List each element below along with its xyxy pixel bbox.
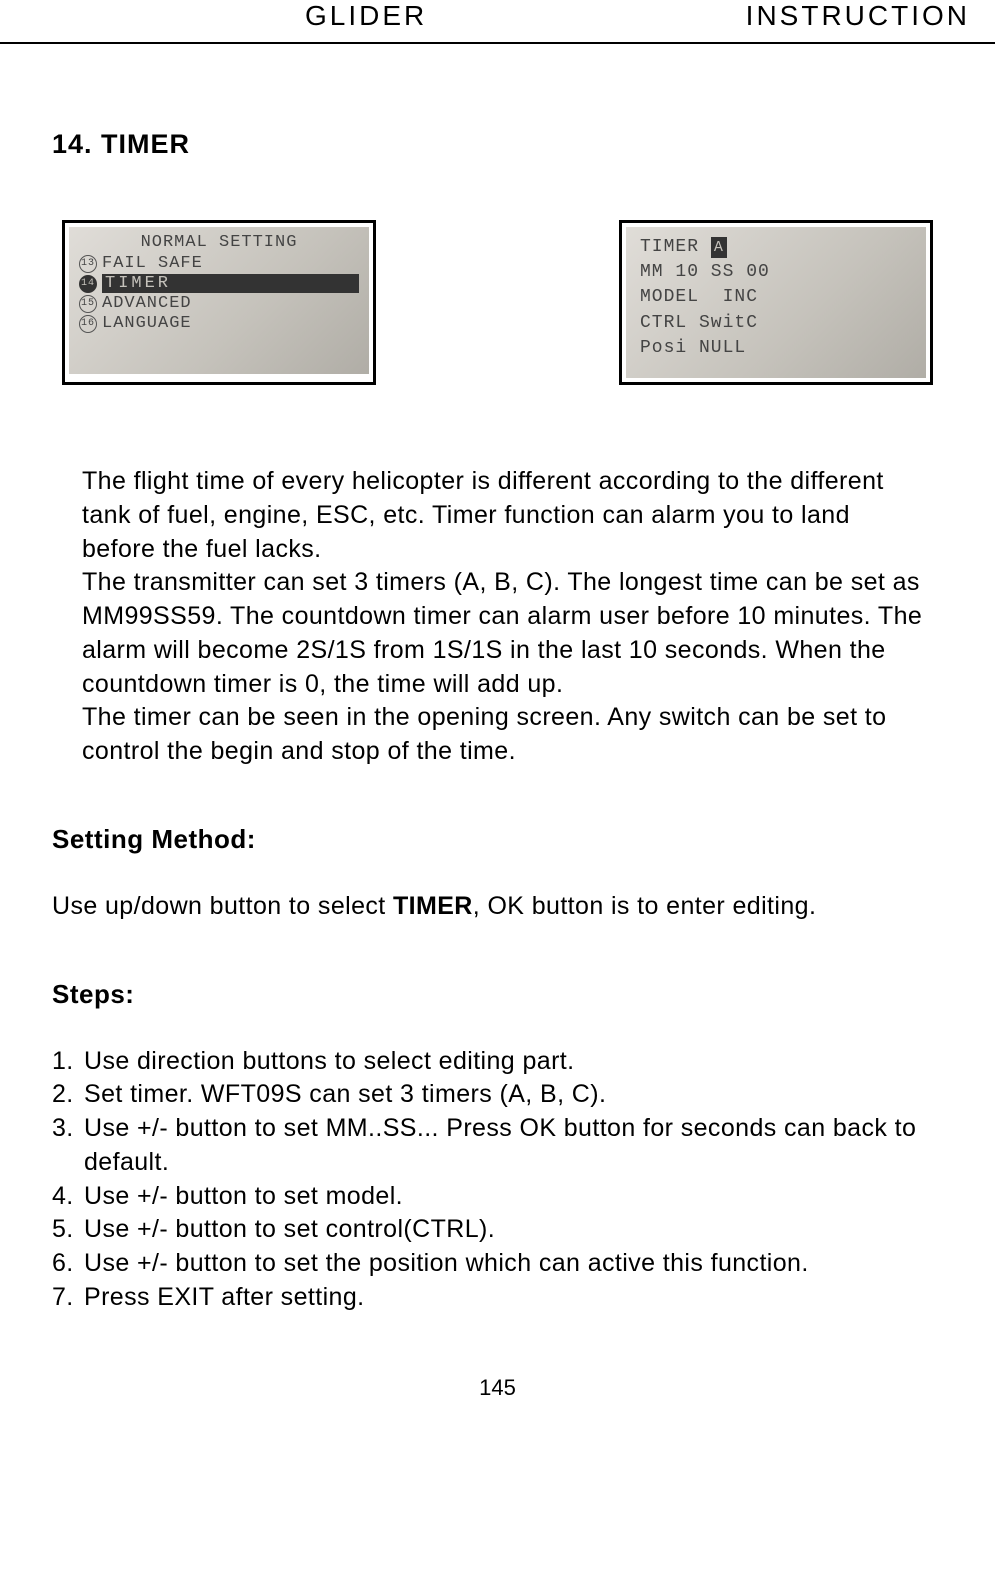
step-number: 5. xyxy=(52,1213,84,1247)
lcd-timer-badge: A xyxy=(711,237,727,258)
step-text: Use direction buttons to select editing … xyxy=(84,1045,943,1079)
lcd-timer-posi: Posi NULL xyxy=(640,336,912,361)
step-item: 4. Use +/- button to set model. xyxy=(52,1180,943,1214)
section-title: 14. TIMER xyxy=(52,129,943,160)
step-number: 4. xyxy=(52,1180,84,1214)
lcd-menu-item: 16 LANGUAGE xyxy=(79,314,359,333)
lcd-menu-item-selected: 14 TIMER xyxy=(79,274,359,293)
lcd-item-number: 16 xyxy=(79,315,97,333)
step-number: 6. xyxy=(52,1247,84,1281)
body-paragraph: The flight time of every helicopter is d… xyxy=(82,465,923,566)
step-number: 2. xyxy=(52,1078,84,1112)
step-number: 7. xyxy=(52,1281,84,1315)
lcd-timer-ctrl: CTRL SwitC xyxy=(640,311,912,336)
lcd-item-number: 14 xyxy=(79,275,97,293)
setting-method-text: Use up/down button to select TIMER, OK b… xyxy=(52,890,943,924)
lcd-screenshots-row: NORMAL SETTING 13 FAIL SAFE 14 TIMER 15 … xyxy=(52,220,943,385)
lcd-screenshot-timer: TIMER A MM 10 SS 00 MODEL INC CTRL SwitC… xyxy=(619,220,933,385)
step-text: Set timer. WFT09S can set 3 timers (A, B… xyxy=(84,1078,943,1112)
step-item: 2. Set timer. WFT09S can set 3 timers (A… xyxy=(52,1078,943,1112)
lcd-timer-mmss: MM 10 SS 00 xyxy=(640,260,912,285)
header-right: INSTRUCTION xyxy=(746,0,970,32)
step-item: 6. Use +/- button to set the position wh… xyxy=(52,1247,943,1281)
step-text: Use +/- button to set model. xyxy=(84,1180,943,1214)
lcd-item-label: ADVANCED xyxy=(102,294,359,313)
lcd-item-label: FAIL SAFE xyxy=(102,254,359,273)
method-text-post: , OK button is to enter editing. xyxy=(473,892,817,920)
lcd-item-number: 15 xyxy=(79,295,97,313)
step-item: 5. Use +/- button to set control(CTRL). xyxy=(52,1213,943,1247)
step-text: Use +/- button to set MM..SS... Press OK… xyxy=(84,1112,943,1180)
body-paragraph: The transmitter can set 3 timers (A, B, … xyxy=(82,566,923,701)
step-number: 3. xyxy=(52,1112,84,1180)
method-text-bold: TIMER xyxy=(393,892,473,920)
lcd-menu-title: NORMAL SETTING xyxy=(79,233,359,252)
lcd-menu-item: 13 FAIL SAFE xyxy=(79,254,359,273)
step-text: Press EXIT after setting. xyxy=(84,1281,943,1315)
page-header: GLIDER INSTRUCTION xyxy=(0,0,995,44)
step-text: Use +/- button to set control(CTRL). xyxy=(84,1213,943,1247)
step-item: 1. Use direction buttons to select editi… xyxy=(52,1045,943,1079)
lcd-screenshot-menu: NORMAL SETTING 13 FAIL SAFE 14 TIMER 15 … xyxy=(62,220,376,385)
lcd-item-number: 13 xyxy=(79,255,97,273)
step-item: 3. Use +/- button to set MM..SS... Press… xyxy=(52,1112,943,1180)
step-text: Use +/- button to set the position which… xyxy=(84,1247,943,1281)
setting-method-heading: Setting Method: xyxy=(52,824,943,855)
lcd-timer-model: MODEL INC xyxy=(640,285,912,310)
steps-heading: Steps: xyxy=(52,979,943,1010)
lcd-timer-prefix: TIMER xyxy=(640,237,711,257)
body-text: The flight time of every helicopter is d… xyxy=(52,465,943,769)
step-item: 7. Press EXIT after setting. xyxy=(52,1281,943,1315)
lcd-item-label: LANGUAGE xyxy=(102,314,359,333)
lcd-item-label: TIMER xyxy=(102,274,359,293)
lcd-timer-line: TIMER A xyxy=(640,235,912,260)
lcd-menu-item: 15 ADVANCED xyxy=(79,294,359,313)
step-number: 1. xyxy=(52,1045,84,1079)
method-text-pre: Use up/down button to select xyxy=(52,892,393,920)
body-paragraph: The timer can be seen in the opening scr… xyxy=(82,701,923,769)
steps-list: 1. Use direction buttons to select editi… xyxy=(52,1045,943,1315)
header-left: GLIDER xyxy=(25,0,427,32)
page-number: 145 xyxy=(52,1375,943,1401)
